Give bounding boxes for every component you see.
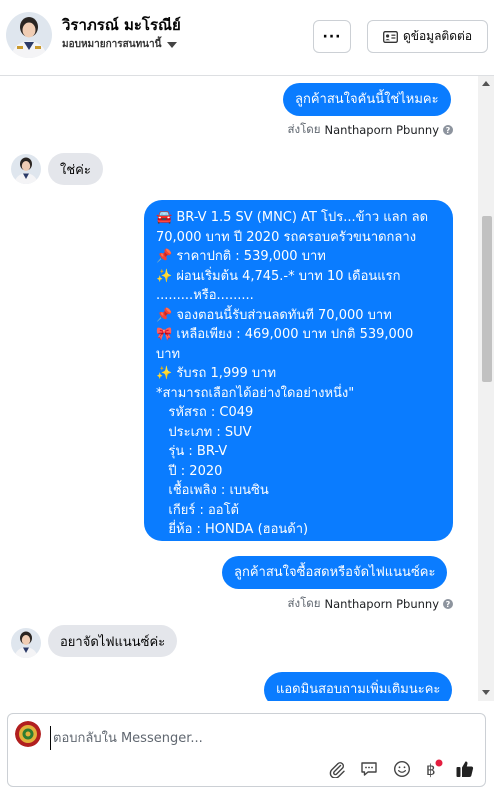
- sender-name: Nanthaporn Pbunny: [324, 597, 440, 611]
- message-thread[interactable]: ลูกค้าสนใจคันนี้ใช่ไหมคะ ส่งโดย Nanthapo…: [0, 76, 478, 701]
- message-scrollbar[interactable]: [478, 76, 494, 701]
- car-detail-line: ประเภท : SUV: [156, 424, 252, 440]
- payment-button[interactable]: ฿: [422, 758, 444, 780]
- car-detail-line: ยี่ห้อ : HONDA (ฮอนด้า): [156, 522, 309, 537]
- emoji-icon: [393, 760, 411, 778]
- sent-by-label: ส่งโดย: [287, 122, 321, 136]
- car-detail-line: 🎀 เหลือเพียง : 469,000 บาท ปกติ 539,000: [156, 327, 414, 342]
- page-avatar: [15, 721, 41, 747]
- paperclip-icon: [329, 762, 345, 778]
- car-detail-line: ✨ รับรถ 1,999 บาท: [156, 366, 277, 381]
- outgoing-car-details-message: 🚘 BR-V 1.5 SV (MNC) AT โปร...ข้าว แลก ลด…: [144, 200, 453, 541]
- car-detail-line: *สามารถเลือกได้อย่างใดอย่างหนึ่ง": [156, 385, 355, 401]
- more-icon: ···: [322, 28, 342, 45]
- car-detail-line: 70,000 บาท ปี 2020 รถครอบครัวขนาดกลาง: [156, 229, 417, 245]
- scrollbar-thumb[interactable]: [482, 216, 492, 382]
- emoji-button[interactable]: [391, 758, 413, 780]
- car-detail-line: รหัสรถ : C049: [156, 405, 254, 420]
- conversation-header: วิราภรณ์ มะโรณีย์ มอบหมายการสนทนานี้ ···…: [0, 0, 494, 76]
- car-detail-line: 🚘 BR-V 1.5 SV (MNC) AT โปร...ข้าว แลก ลด: [156, 210, 429, 225]
- sent-by-info: ส่งโดย Nanthaporn Pbunny ?: [287, 121, 453, 139]
- more-button[interactable]: ···: [313, 20, 351, 53]
- sent-by-info: ส่งโดย Nanthaporn Pbunny ?: [287, 595, 453, 613]
- message-text: แอดมินสอบถามเพิ่มเติมนะคะ: [276, 682, 441, 698]
- view-contact-button[interactable]: ดูข้อมูลติดต่อ: [367, 20, 488, 53]
- message-text: ลูกค้าสนใจคันนี้ใช่ไหมคะ: [295, 91, 439, 107]
- incoming-message: อยาจัดไฟแนนซ์ค่ะ: [48, 625, 178, 657]
- assign-conversation-dropdown[interactable]: มอบหมายการสนทนานี้: [62, 37, 178, 52]
- incoming-message: ใช่ค่ะ: [48, 153, 103, 185]
- sent-by-label: ส่งโดย: [287, 596, 321, 610]
- info-icon[interactable]: ?: [443, 599, 453, 609]
- contact-avatar-small: [11, 628, 41, 658]
- reply-composer: ฿: [7, 713, 486, 787]
- car-detail-line: เกียร์ : ออโต้: [156, 502, 239, 518]
- car-detail-line: รุ่น : BR-V: [156, 444, 228, 459]
- like-button[interactable]: [454, 758, 476, 780]
- outgoing-message: แอดมินสอบถามเพิ่มเติมนะคะ: [264, 672, 453, 701]
- view-contact-label: ดูข้อมูลติดต่อ: [402, 29, 473, 43]
- contact-name: วิราภรณ์ มะโรณีย์: [62, 16, 181, 34]
- car-detail-line: .........หรือ.........: [156, 288, 254, 303]
- thumbs-up-icon: [456, 761, 474, 777]
- scroll-down-arrow[interactable]: [482, 690, 490, 695]
- car-detail-line: บาท: [156, 346, 181, 362]
- car-details-text: 🚘 BR-V 1.5 SV (MNC) AT โปร...ข้าว แลก ลด…: [156, 208, 441, 540]
- attach-button[interactable]: [326, 758, 348, 780]
- message-text: ลูกค้าสนใจซื้อสดหรือจัดไฟแนนซ์คะ: [234, 564, 436, 580]
- car-detail-line: ปี : 2020: [156, 463, 223, 479]
- outgoing-message: ลูกค้าสนใจคันนี้ใช่ไหมคะ: [283, 83, 451, 116]
- info-icon[interactable]: ?: [443, 125, 453, 135]
- contact-avatar[interactable]: [6, 12, 52, 58]
- message-text: อยาจัดไฟแนนซ์ค่ะ: [60, 634, 166, 650]
- contact-card-icon: [383, 30, 398, 43]
- reply-input[interactable]: [50, 726, 470, 750]
- car-detail-line: ✨ ผ่อนเริ่มต้น 4,745.-* บาท 10 เดือนแรก: [156, 268, 401, 284]
- car-detail-line: 📌 จองตอนนี้รับส่วนลดทันที 70,000 บาท: [156, 307, 392, 323]
- outgoing-message: ลูกค้าสนใจซื้อสดหรือจัดไฟแนนซ์คะ: [222, 556, 448, 589]
- chevron-down-icon: [167, 41, 178, 48]
- baht-icon: ฿: [426, 759, 443, 779]
- assign-label: มอบหมายการสนทนานี้: [62, 39, 162, 50]
- contact-avatar-small: [11, 154, 41, 184]
- scroll-up-arrow[interactable]: [482, 81, 490, 86]
- car-detail-line: 📌 ราคาปกติ : 539,000 บาท: [156, 249, 326, 264]
- sender-name: Nanthaporn Pbunny: [324, 123, 440, 137]
- svg-text:฿: ฿: [426, 761, 436, 779]
- message-text: ใช่ค่ะ: [60, 162, 91, 178]
- chat-icon: [361, 762, 377, 776]
- car-detail-line: เชื้อเพลิง : เบนซิน: [156, 483, 269, 498]
- saved-replies-button[interactable]: [358, 758, 380, 780]
